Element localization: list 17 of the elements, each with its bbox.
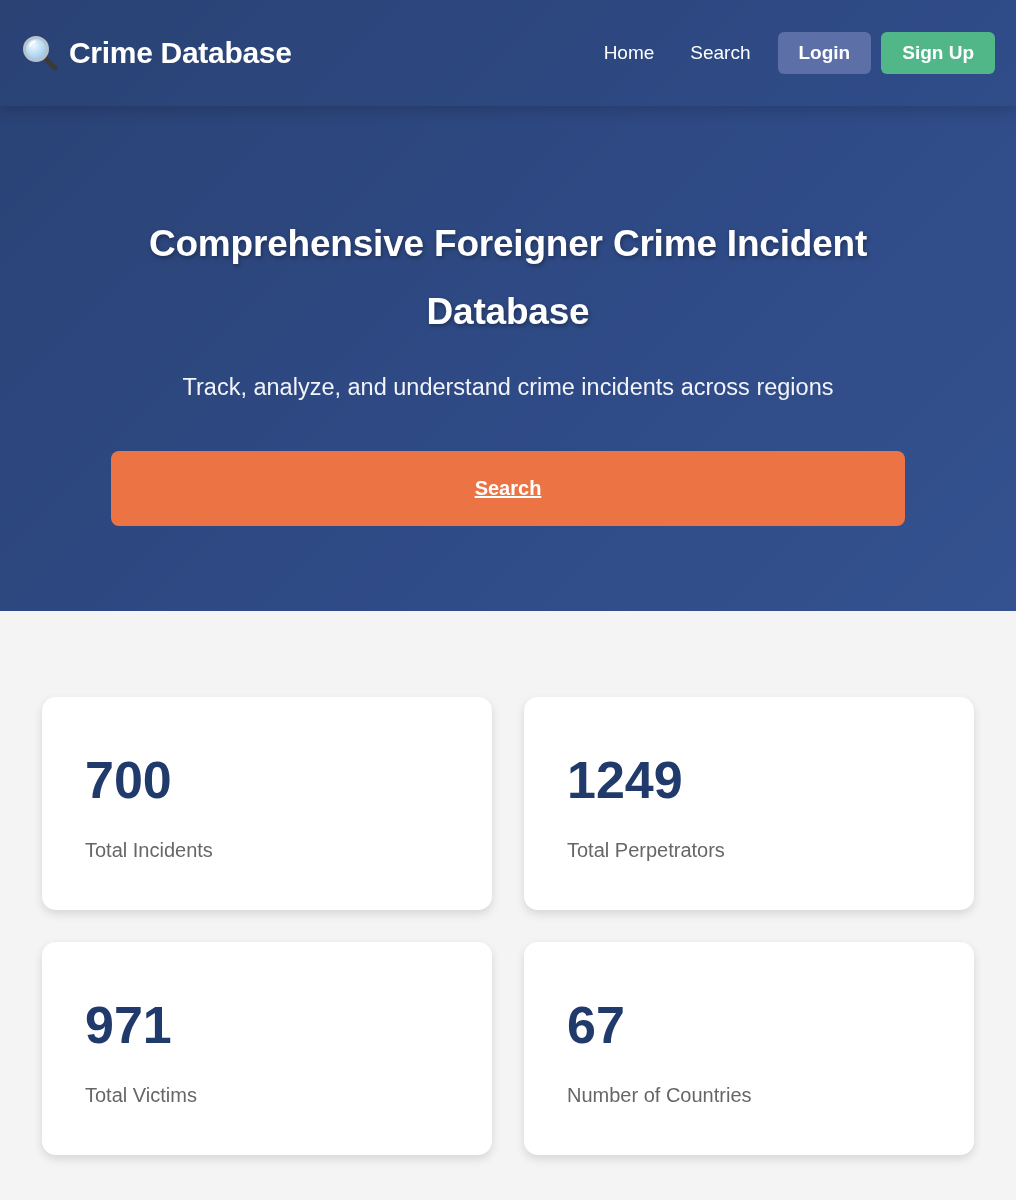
search-button[interactable]: Search <box>111 451 905 526</box>
hero-title: Comprehensive Foreigner Crime Incident Database <box>147 222 869 334</box>
nav-link[interactable]: Home <box>590 32 668 74</box>
signup-button[interactable]: Sign Up <box>881 32 995 74</box>
site-title: Crime Database <box>69 36 292 70</box>
nav-link[interactable]: Search <box>677 32 764 74</box>
hero-subtitle: Track, analyze, and understand crime incidents across regions <box>181 373 835 402</box>
stat-value: 1249 <box>567 750 683 810</box>
stat-value: 700 <box>85 750 172 810</box>
stat-label: Number of Countries <box>567 1083 752 1107</box>
stat-value: 67 <box>567 995 625 1055</box>
magnifying-glass-icon <box>22 35 58 71</box>
stat-label: Total Victims <box>85 1083 197 1107</box>
stat-value: 971 <box>85 995 172 1055</box>
stat-label: Total Incidents <box>85 838 213 862</box>
login-button[interactable]: Login <box>777 32 872 74</box>
stat-label: Total Perpetrators <box>567 838 725 862</box>
